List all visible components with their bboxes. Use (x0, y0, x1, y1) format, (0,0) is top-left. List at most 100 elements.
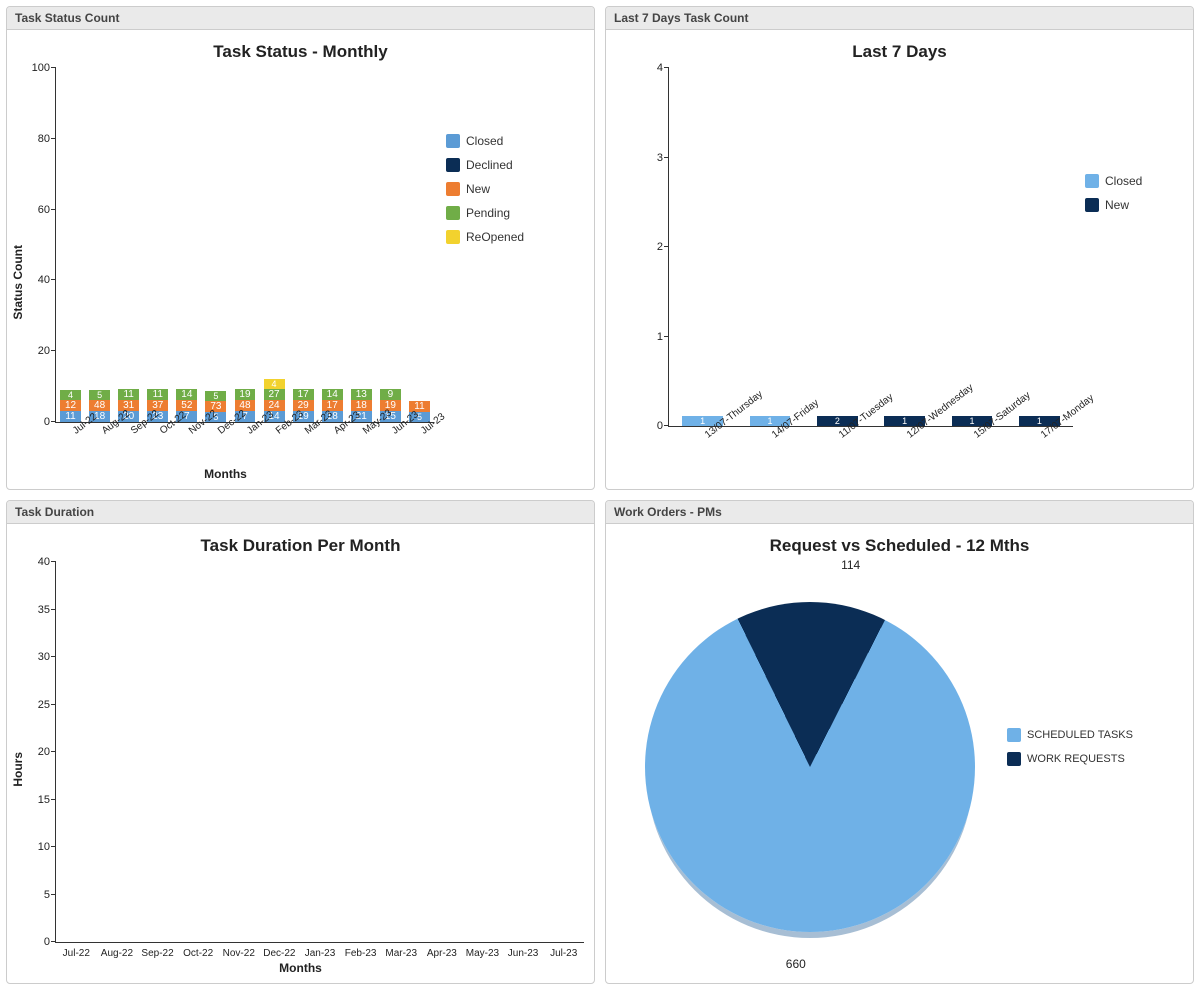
chart-title-task-status: Task Status - Monthly (13, 42, 588, 62)
bar-segment-pending[interactable]: 13 (351, 389, 372, 400)
xlabel-duration: Months (13, 961, 588, 975)
legend-item[interactable]: New (446, 182, 580, 196)
legend-label: Pending (466, 206, 510, 220)
legend-item[interactable]: ReOpened (446, 230, 580, 244)
legend-item[interactable]: New (1085, 198, 1179, 212)
x-tick: Aug-22 (101, 948, 133, 959)
y-tick: 4 (631, 62, 663, 74)
bar-segment-pending[interactable]: 9 (380, 389, 401, 400)
bar-segment-new[interactable]: 52 (176, 400, 197, 411)
y-tick: 10 (18, 841, 50, 853)
legend-label: Declined (466, 158, 513, 172)
bar-segment-new[interactable]: 12 (60, 400, 81, 411)
legend-last7: Closed New (1077, 64, 1187, 481)
bar-segment-pending[interactable]: 19 (235, 389, 256, 400)
panel-workorders: Work Orders - PMs Request vs Scheduled -… (605, 500, 1194, 984)
y-tick: 35 (18, 604, 50, 616)
plot-duration[interactable]: Hours 0510152025303540Jul-22Aug-22Sep-22… (55, 562, 584, 943)
x-tick: Feb-23 (345, 948, 377, 959)
y-tick: 20 (18, 345, 50, 357)
y-tick: 100 (18, 62, 50, 74)
y-tick: 20 (18, 746, 50, 758)
y-tick: 15 (18, 794, 50, 806)
panel-header-task-status: Task Status Count (7, 7, 594, 30)
legend-swatch-icon (446, 158, 460, 172)
x-tick: Sep-22 (141, 948, 173, 959)
x-tick: Jul-23 (550, 948, 577, 959)
bar-segment-pending[interactable]: 11 (118, 389, 139, 400)
plot-task-status[interactable]: Status Count 111241848520311123371175214… (55, 68, 434, 423)
y-tick: 40 (18, 556, 50, 568)
bar-segment-new[interactable]: 37 (147, 400, 168, 411)
plot-last7[interactable]: 112111 0123413/07-Thursday14/07-Friday11… (668, 68, 1073, 427)
legend-swatch-icon (1007, 752, 1021, 766)
y-tick: 3 (631, 152, 663, 164)
y-tick: 5 (18, 889, 50, 901)
legend-item[interactable]: Closed (1085, 174, 1179, 188)
chart-title-last7: Last 7 Days (612, 42, 1187, 62)
legend-label: Closed (1105, 174, 1142, 188)
legend-label: WORK REQUESTS (1027, 753, 1125, 765)
legend-swatch-icon (446, 182, 460, 196)
y-tick: 30 (18, 651, 50, 663)
chart-title-duration: Task Duration Per Month (13, 536, 588, 556)
legend-item[interactable]: SCHEDULED TASKS (1007, 728, 1187, 742)
bar-segment-pending[interactable]: 27 (264, 389, 285, 400)
legend-item[interactable]: WORK REQUESTS (1007, 752, 1187, 766)
bar-segment-pending[interactable]: 5 (89, 390, 110, 400)
bar-segment-pending[interactable]: 4 (60, 390, 81, 400)
legend-label: New (466, 182, 490, 196)
pie-label-scheduled: 660 (786, 957, 806, 971)
x-tick: Nov-22 (223, 948, 255, 959)
legend-label: New (1105, 198, 1129, 212)
y-tick: 1 (631, 331, 663, 343)
panel-body-workorders: Request vs Scheduled - 12 Mths 114 660 SC… (606, 524, 1193, 983)
panel-body-last7: Last 7 Days 112111 0123413/07-Thursday14… (606, 30, 1193, 489)
panel-duration: Task Duration Task Duration Per Month Ho… (6, 500, 595, 984)
bar-segment-pending[interactable]: 5 (205, 391, 226, 401)
y-tick: 2 (631, 241, 663, 253)
panel-task-status: Task Status Count Task Status - Monthly … (6, 6, 595, 490)
bar-segment-reopened[interactable]: 4 (264, 379, 285, 389)
x-tick: Dec-22 (263, 948, 295, 959)
bar-segment-new[interactable]: 48 (89, 400, 110, 411)
dashboard: Task Status Count Task Status - Monthly … (6, 6, 1194, 984)
xlabel-task-status: Months (13, 467, 438, 481)
legend-swatch-icon (446, 230, 460, 244)
y-tick: 0 (631, 420, 663, 432)
pie-label-work-requests: 114 (841, 558, 860, 572)
plot-pie[interactable]: 114 660 (612, 558, 1007, 975)
legend-swatch-icon (446, 206, 460, 220)
legend-item[interactable]: Closed (446, 134, 580, 148)
chart-title-workorders: Request vs Scheduled - 12 Mths (612, 536, 1187, 556)
bar-segment-closed[interactable]: 11 (60, 411, 81, 422)
bar-segment-new[interactable]: 31 (118, 400, 139, 411)
panel-header-duration: Task Duration (7, 501, 594, 524)
bar-segment-pending[interactable]: 14 (176, 389, 197, 400)
y-tick: 25 (18, 699, 50, 711)
panel-header-last7: Last 7 Days Task Count (606, 7, 1193, 30)
x-tick: Mar-23 (385, 948, 417, 959)
legend-pie: SCHEDULED TASKS WORK REQUESTS (1007, 558, 1187, 975)
legend-task-status: Closed Declined New Pending ReOpened (438, 64, 588, 481)
y-tick: 0 (18, 936, 50, 948)
legend-item[interactable]: Pending (446, 206, 580, 220)
x-tick: May-23 (466, 948, 499, 959)
bar-segment-pending[interactable]: 11 (147, 389, 168, 400)
bar-column[interactable]: 11124 (60, 390, 81, 422)
bar-segment-pending[interactable]: 17 (293, 389, 314, 400)
legend-label: Closed (466, 134, 503, 148)
legend-label: ReOpened (466, 230, 524, 244)
pie-chart[interactable] (645, 602, 975, 932)
legend-swatch-icon (446, 134, 460, 148)
panel-header-workorders: Work Orders - PMs (606, 501, 1193, 524)
y-tick: 60 (18, 204, 50, 216)
y-tick: 40 (18, 274, 50, 286)
panel-body-task-status: Task Status - Monthly Status Count 11124… (7, 30, 594, 489)
x-tick: Jul-22 (63, 948, 90, 959)
panel-body-duration: Task Duration Per Month Hours 0510152025… (7, 524, 594, 983)
x-tick: Apr-23 (427, 948, 457, 959)
bar-segment-pending[interactable]: 14 (322, 389, 343, 400)
x-tick: Oct-22 (183, 948, 213, 959)
legend-item[interactable]: Declined (446, 158, 580, 172)
